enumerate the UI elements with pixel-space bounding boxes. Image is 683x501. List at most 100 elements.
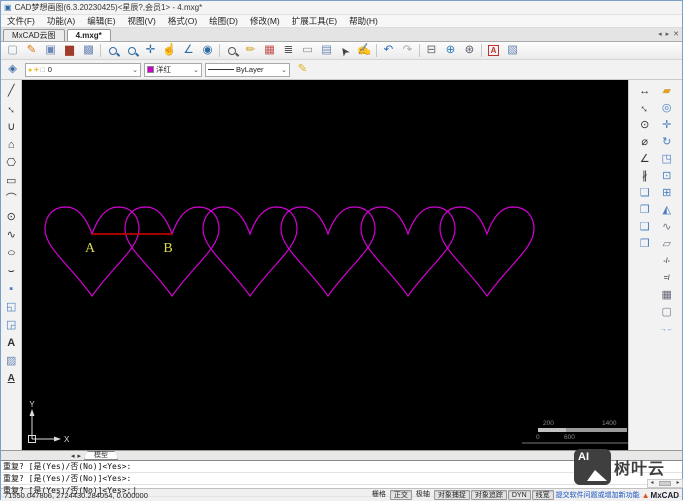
find-icon[interactable] [222, 43, 241, 59]
layout-scroll-right-icon[interactable]: ▸ [78, 452, 82, 460]
publish-web-icon[interactable]: ⊕ [441, 43, 460, 59]
drawing-canvas[interactable]: A B Y X 200 1400 0 600 [22, 80, 641, 450]
new-file-icon[interactable]: ▢ [3, 43, 22, 59]
join-icon[interactable]: →← [657, 321, 677, 338]
text-icon[interactable]: A [2, 334, 20, 352]
ellipse-icon[interactable]: ○ [2, 244, 20, 262]
model-tab[interactable]: 模型 [84, 451, 119, 460]
color-combo[interactable]: 洋红 ⌄ [144, 62, 202, 77]
print-icon[interactable]: ⊟ [422, 43, 441, 59]
menu-item-6[interactable]: 修改(M) [244, 15, 286, 27]
dim-aligned-icon[interactable]: ↔ [635, 100, 655, 117]
image-export-icon[interactable]: ▧ [503, 43, 522, 59]
doc-tab[interactable]: 4.mxg* [66, 29, 111, 41]
insert-block-icon[interactable]: ◱ [2, 298, 20, 316]
dim-edit-icon[interactable]: ∦ [635, 168, 655, 185]
trim-icon[interactable]: -/- [657, 253, 677, 270]
menu-item-7[interactable]: 扩展工具(E) [286, 15, 343, 27]
zoom-extents-icon[interactable]: ✛ [141, 43, 160, 59]
layer-combo[interactable]: ●☀□ 0 ⌄ [25, 62, 141, 77]
rotate-icon[interactable]: ↻ [657, 134, 677, 151]
copy-icon[interactable]: ◎ [657, 100, 677, 117]
open-folder-icon[interactable]: ▆ [60, 43, 79, 59]
toggle-对象追踪[interactable]: 对象追踪 [470, 490, 507, 500]
image-ref-icon[interactable]: ▨ [2, 352, 20, 370]
tab-scroll-right-icon[interactable]: ▸ [666, 30, 670, 38]
menu-item-2[interactable]: 编辑(E) [81, 15, 121, 27]
circle-icon[interactable]: ⊙ [2, 208, 20, 226]
cad-drawing[interactable]: A B Y X 200 1400 0 600 [22, 80, 641, 450]
chevron-down-icon[interactable]: ⌄ [132, 66, 138, 74]
scroll-right-icon[interactable]: ▸ [674, 480, 682, 487]
pdf-export-icon[interactable]: A [484, 43, 503, 59]
polygon2-icon[interactable]: ⎔ [2, 154, 20, 172]
palette-icon[interactable]: ▦ [260, 43, 279, 59]
paste-block2-icon[interactable]: ❒ [635, 236, 655, 253]
attr-text-icon[interactable]: A [2, 370, 20, 388]
dim-linear-icon[interactable]: ↔ [635, 83, 655, 100]
tab-scroll-left-icon[interactable]: ◂ [658, 30, 662, 38]
point-icon[interactable]: ▪ [2, 280, 20, 298]
linetype-combo[interactable]: ByLayer ⌄ [205, 62, 290, 77]
rectangle-icon[interactable]: ▭ [2, 172, 20, 190]
tab-close-icon[interactable]: ✕ [673, 30, 679, 38]
draworder-icon[interactable]: ✎ [293, 62, 312, 78]
menu-item-3[interactable]: 视图(V) [122, 15, 162, 27]
menu-item-5[interactable]: 绘图(D) [203, 15, 244, 27]
dim-radius-icon[interactable]: ⊙ [635, 117, 655, 134]
spline-icon[interactable]: ∿ [2, 226, 20, 244]
arc-icon[interactable]: ⌒ [2, 190, 20, 208]
zoom-dynamic-icon[interactable]: ∠ [179, 43, 198, 59]
scale-icon[interactable]: ◳ [657, 151, 677, 168]
stretch-icon[interactable]: ▱ [657, 236, 677, 253]
mirror-icon[interactable]: ◭ [657, 202, 677, 219]
layers-manager-icon[interactable]: ◈ [3, 62, 22, 78]
save-icon[interactable]: ▣ [41, 43, 60, 59]
toggle-栅格[interactable]: 栅格 [369, 490, 389, 500]
fillet-icon[interactable]: ∿ [657, 219, 677, 236]
copy-block2-icon[interactable]: ❐ [635, 202, 655, 219]
polyline-icon[interactable]: ∪ [2, 118, 20, 136]
line-icon[interactable]: ╱ [2, 82, 20, 100]
toggle-对象捕捉[interactable]: 对象捕捉 [433, 490, 470, 500]
menu-item-1[interactable]: 功能(A) [41, 15, 81, 27]
layout-scroll-left-icon[interactable]: ◂ [71, 452, 75, 460]
move-icon[interactable]: ✛ [657, 117, 677, 134]
undo-icon[interactable]: ↶ [379, 43, 398, 59]
redo-icon[interactable]: ↷ [398, 43, 417, 59]
zoom-all-icon[interactable]: ◉ [198, 43, 217, 59]
paste-block-icon[interactable]: ❑ [635, 219, 655, 236]
offset-icon[interactable]: ⊡ [657, 168, 677, 185]
zoom-window-icon[interactable] [122, 43, 141, 59]
toggle-极轴[interactable]: 极轴 [413, 490, 433, 500]
break-icon[interactable]: =/ [657, 270, 677, 287]
copy-block-icon[interactable]: ❏ [635, 185, 655, 202]
menu-item-4[interactable]: 格式(O) [162, 15, 203, 27]
zoom-in-icon[interactable] [103, 43, 122, 59]
toggle-正交[interactable]: 正交 [389, 490, 412, 500]
create-block-icon[interactable]: ◲ [2, 316, 20, 334]
quick-draw-icon[interactable]: ✎ [22, 43, 41, 59]
select-icon[interactable]: ➤ [336, 43, 355, 59]
revcloud-icon[interactable]: ▢ [657, 304, 677, 321]
save-as-icon[interactable]: ▩ [79, 43, 98, 59]
explode-icon[interactable]: ▦ [657, 287, 677, 304]
dim-diameter-icon[interactable]: ⌀ [635, 134, 655, 151]
doc-tab[interactable]: MxCAD云图 [3, 29, 65, 41]
menu-item-0[interactable]: 文件(F) [1, 15, 41, 27]
properties-icon[interactable]: ▤ [317, 43, 336, 59]
dim-angular-icon[interactable]: ∠ [635, 151, 655, 168]
chevron-down-icon[interactable]: ⌄ [281, 66, 287, 74]
feedback-link[interactable]: 提交软件问题或增加新功能 [556, 490, 640, 500]
pan-icon[interactable]: ☝ [160, 43, 179, 59]
annotate-icon[interactable]: ✏ [241, 43, 260, 59]
construction-line-icon[interactable]: ↔ [2, 100, 20, 118]
chevron-down-icon[interactable]: ⌄ [193, 66, 199, 74]
edit-attribute-icon[interactable]: ✍ [355, 43, 374, 59]
polygon-icon[interactable]: ⌂ [2, 136, 20, 154]
toggle-DYN[interactable]: DYN [507, 490, 531, 500]
block-manager-icon[interactable]: ▭ [298, 43, 317, 59]
text-style-icon[interactable]: ≣ [279, 43, 298, 59]
erase-icon[interactable]: ▰ [657, 83, 677, 100]
menu-item-8[interactable]: 帮助(H) [343, 15, 384, 27]
